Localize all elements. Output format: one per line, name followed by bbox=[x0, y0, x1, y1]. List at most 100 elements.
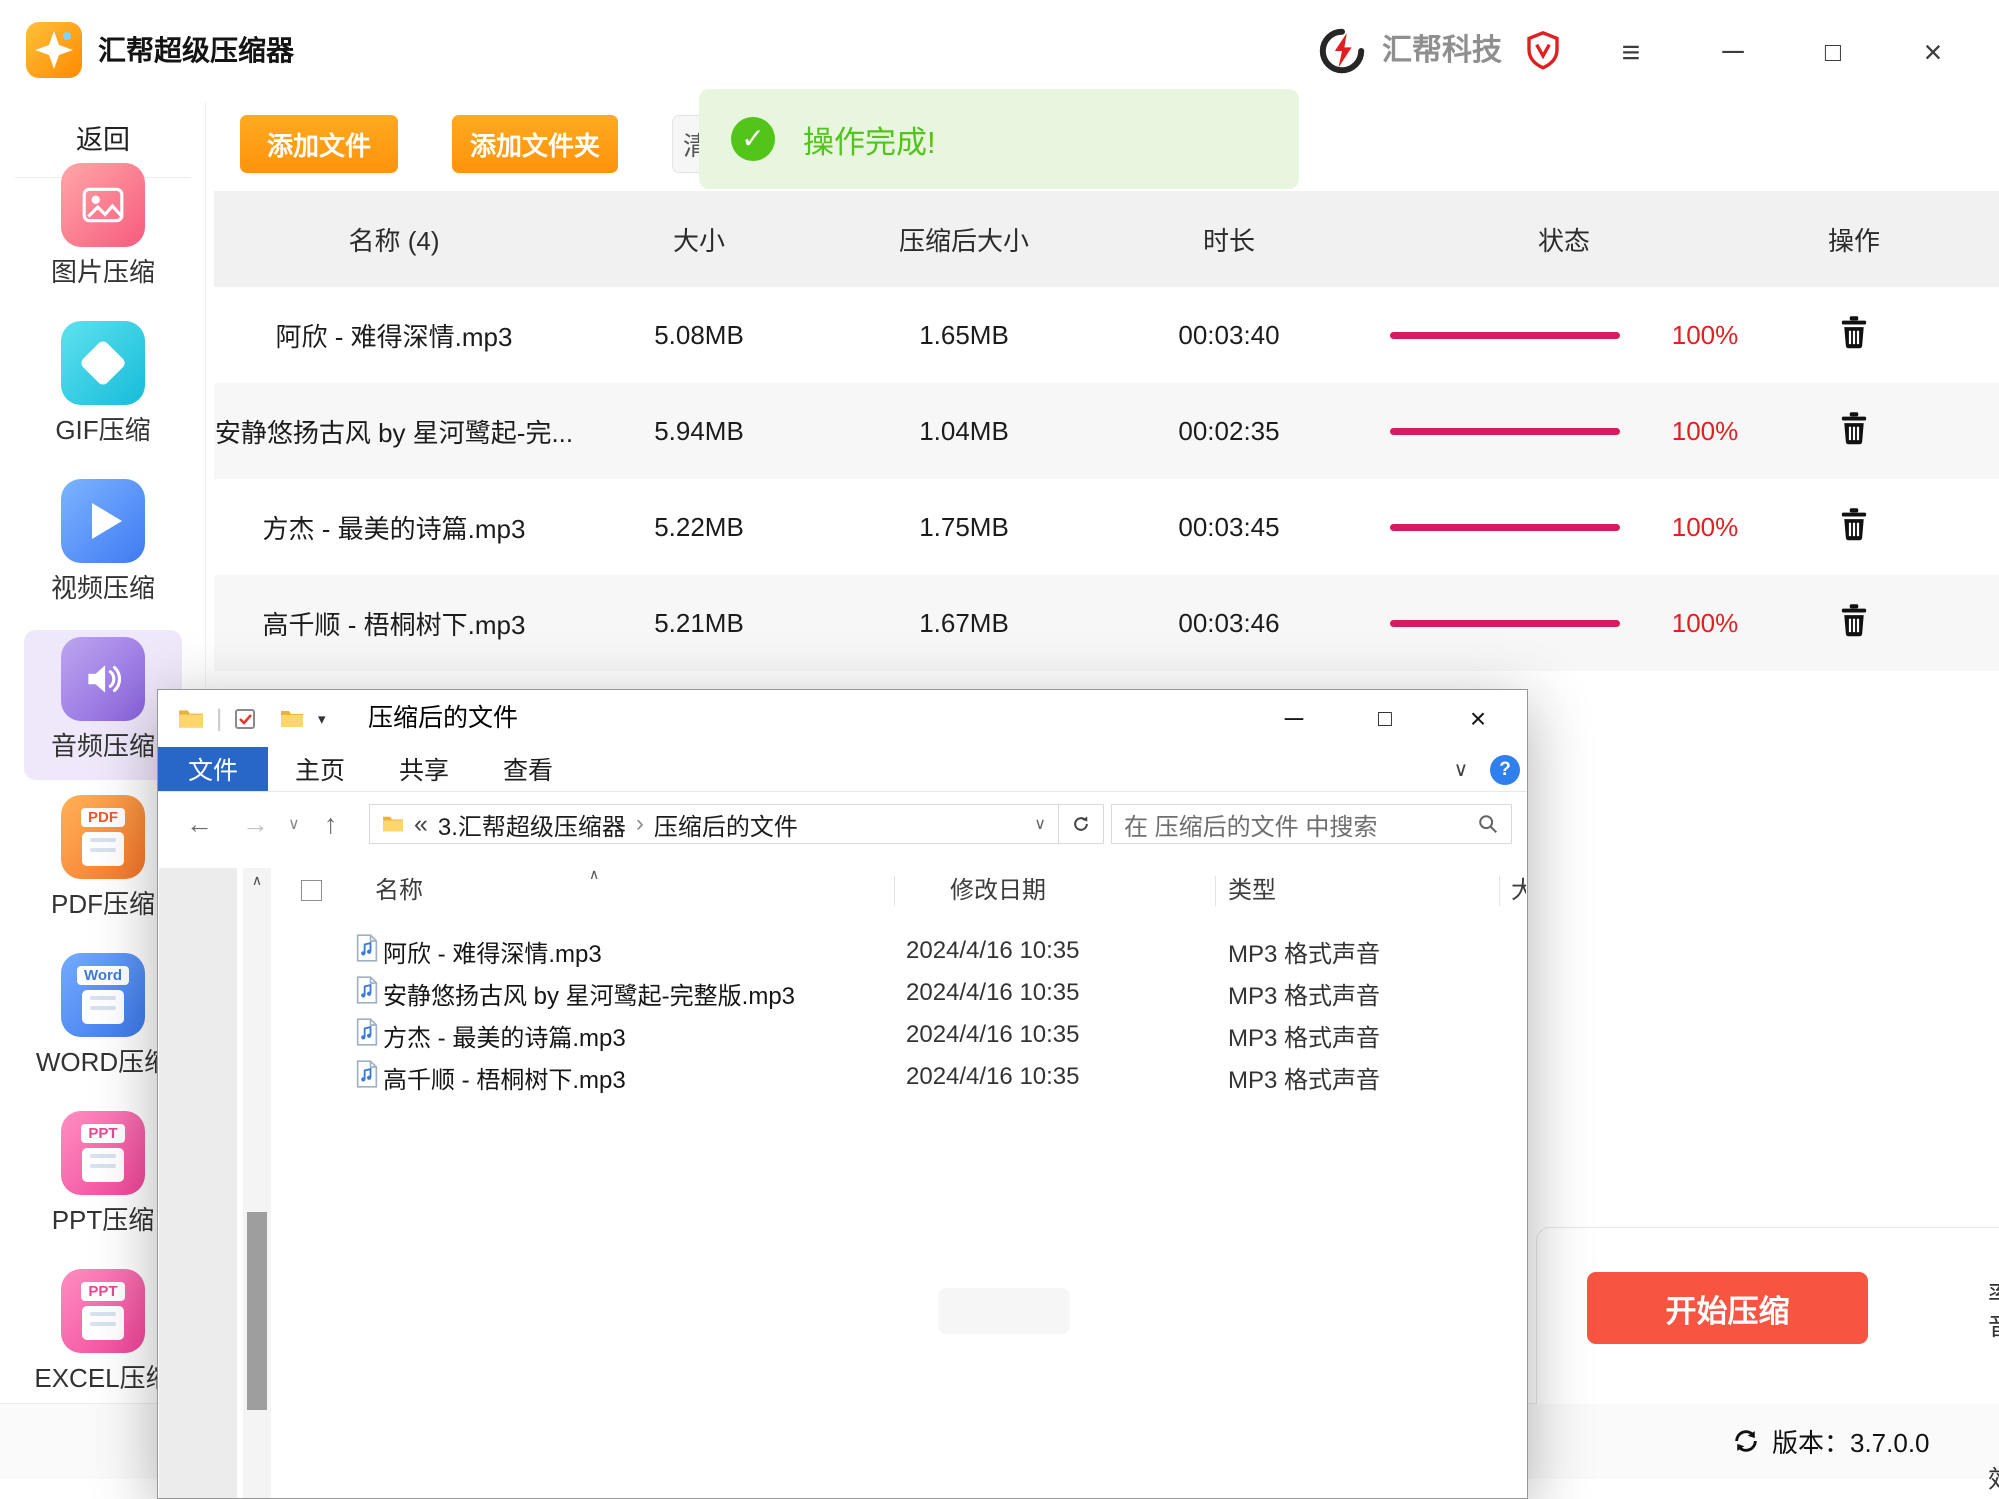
help-icon[interactable]: ? bbox=[1490, 755, 1520, 785]
delete-button[interactable] bbox=[1839, 507, 1869, 541]
column-size[interactable]: 大小 bbox=[1511, 868, 1526, 914]
search-input[interactable]: 在 压缩后的文件 中搜索 bbox=[1111, 804, 1512, 844]
explorer-file-type: MP3 格式声音 bbox=[1228, 976, 1526, 1011]
file-compressed-size: 1.75MB bbox=[824, 512, 1104, 543]
app-title: 汇帮超级压缩器 bbox=[98, 0, 294, 102]
sidebar-item-image[interactable]: 图片压缩 bbox=[24, 156, 182, 306]
qat-newfolder-icon[interactable] bbox=[280, 690, 304, 747]
explorer-file-name: 方杰 - 最美的诗篇.mp3 bbox=[383, 1018, 906, 1053]
explorer-titlebar[interactable]: | ▾ 压缩后的文件 ─ □ × bbox=[158, 690, 1527, 747]
minimize-button[interactable]: ─ bbox=[1707, 26, 1759, 78]
tab-share[interactable]: 共享 bbox=[372, 747, 476, 791]
scrollbar-thumb[interactable] bbox=[247, 1212, 267, 1410]
add-file-button[interactable]: 添加文件 bbox=[240, 115, 398, 173]
toast-message: 操作完成! bbox=[803, 117, 936, 162]
delete-button[interactable] bbox=[1839, 603, 1869, 637]
sidebar-item-label: 视频压缩 bbox=[24, 568, 182, 605]
explorer-file-type: MP3 格式声音 bbox=[1228, 1018, 1526, 1053]
explorer-file-list: 阿欣 - 难得深情.mp3 2024/4/16 10:35 MP3 格式声音 安… bbox=[271, 930, 1526, 1098]
sidebar-item-gif[interactable]: GIF压缩 bbox=[24, 314, 182, 464]
table-row: 安静悠扬古风 by 星河鹭起-完... 5.94MB 1.04MB 00:02:… bbox=[214, 383, 1999, 479]
col-name: 名称 (4) bbox=[214, 221, 574, 258]
explorer-file-row[interactable]: 方杰 - 最美的诗篇.mp3 2024/4/16 10:35 MP3 格式声音 bbox=[271, 1014, 1526, 1056]
explorer-close-button[interactable]: × bbox=[1449, 690, 1507, 747]
column-date[interactable]: 修改日期 bbox=[950, 868, 1046, 914]
history-dropdown-icon[interactable]: ∨ bbox=[288, 792, 300, 856]
select-all-checkbox[interactable] bbox=[301, 880, 322, 901]
vip-shield-icon[interactable] bbox=[1522, 30, 1564, 72]
explorer-window-title: 压缩后的文件 bbox=[368, 690, 518, 747]
explorer-file-name: 高千顺 - 梧桐树下.mp3 bbox=[383, 1060, 906, 1095]
sidebar-item-label: 图片压缩 bbox=[24, 252, 182, 289]
forward-arrow-icon[interactable]: → bbox=[242, 792, 269, 856]
explorer-file-row[interactable]: 安静悠扬古风 by 星河鹭起-完整版.mp3 2024/4/16 10:35 M… bbox=[271, 972, 1526, 1014]
mp3-file-icon bbox=[355, 1060, 383, 1095]
mp3-file-icon bbox=[355, 1018, 383, 1053]
qat-dropdown-icon[interactable]: ▾ bbox=[318, 690, 326, 747]
breadcrumb-separator: › bbox=[636, 810, 644, 838]
gif-compress-icon bbox=[61, 321, 145, 405]
explorer-file-row[interactable]: 高千顺 - 梧桐树下.mp3 2024/4/16 10:35 MP3 格式声音 bbox=[271, 1056, 1526, 1098]
version-text: 版本：3.7.0.0 bbox=[1772, 1423, 1930, 1460]
file-compressed-size: 1.67MB bbox=[824, 608, 1104, 639]
delete-button[interactable] bbox=[1839, 411, 1869, 445]
start-compress-button[interactable]: 开始压缩 bbox=[1587, 1272, 1868, 1344]
search-icon bbox=[1477, 813, 1499, 835]
breadcrumb-collapse[interactable]: « bbox=[414, 810, 428, 839]
breadcrumb-root[interactable]: 3.汇帮超级压缩器 bbox=[438, 807, 626, 842]
file-compressed-size: 1.04MB bbox=[824, 416, 1104, 447]
clipped-text-fragment: 音 bbox=[1988, 1307, 1999, 1343]
excel-badge: PPT bbox=[81, 1282, 124, 1301]
check-circle-icon: ✓ bbox=[731, 117, 775, 161]
explorer-file-date: 2024/4/16 10:35 bbox=[906, 979, 1228, 1007]
address-bar[interactable]: « 3.汇帮超级压缩器 › 压缩后的文件 ∨ bbox=[369, 804, 1059, 844]
progress-bar bbox=[1390, 620, 1620, 627]
explorer-ribbon-tabs: 文件 主页 共享 查看 bbox=[158, 747, 1527, 792]
tab-file[interactable]: 文件 bbox=[158, 747, 268, 791]
explorer-minimize-button[interactable]: ─ bbox=[1265, 690, 1323, 747]
scroll-up-icon[interactable]: ∧ bbox=[243, 872, 271, 889]
word-badge: Word bbox=[77, 966, 129, 985]
explorer-file-row[interactable]: 阿欣 - 难得深情.mp3 2024/4/16 10:35 MP3 格式声音 bbox=[271, 930, 1526, 972]
scrollbar[interactable]: ∧ bbox=[243, 868, 271, 1498]
qat-properties-icon[interactable] bbox=[234, 690, 258, 747]
explorer-window: | ▾ 压缩后的文件 ─ □ × 文件 主页 共享 查看 ∨ ? ← → ∨ ↑… bbox=[157, 689, 1528, 1499]
progress-percent: 100% bbox=[1672, 320, 1739, 351]
close-button[interactable]: × bbox=[1907, 26, 1959, 78]
tab-view[interactable]: 查看 bbox=[476, 747, 580, 791]
maximize-button[interactable]: □ bbox=[1807, 26, 1859, 78]
file-compressed-size: 1.65MB bbox=[824, 320, 1104, 351]
up-arrow-icon[interactable]: ↑ bbox=[324, 792, 338, 856]
menu-icon[interactable]: ≡ bbox=[1605, 26, 1657, 78]
column-type[interactable]: 类型 bbox=[1228, 868, 1276, 914]
tab-home[interactable]: 主页 bbox=[268, 747, 372, 791]
back-arrow-icon[interactable]: ← bbox=[186, 792, 213, 856]
ppt-badge: PPT bbox=[81, 1124, 124, 1143]
brand-bolt-icon bbox=[1318, 27, 1366, 75]
ribbon-collapse-icon[interactable]: ∨ bbox=[1444, 747, 1478, 792]
file-size: 5.22MB bbox=[574, 512, 824, 543]
col-action: 操作 bbox=[1774, 221, 1934, 258]
explorer-maximize-button[interactable]: □ bbox=[1356, 690, 1414, 747]
progress-percent: 100% bbox=[1672, 608, 1739, 639]
clipped-text-fragment: 效 bbox=[1988, 1460, 1999, 1496]
refresh-button[interactable] bbox=[1058, 804, 1104, 844]
explorer-address-row: ← → ∨ ↑ « 3.汇帮超级压缩器 › 压缩后的文件 ∨ 在 压缩后的文件 … bbox=[158, 792, 1527, 856]
delete-button[interactable] bbox=[1839, 315, 1869, 349]
app-logo-icon bbox=[26, 22, 82, 78]
file-size: 5.21MB bbox=[574, 608, 824, 639]
add-folder-button[interactable]: 添加文件夹 bbox=[452, 115, 618, 173]
breadcrumb-current[interactable]: 压缩后的文件 bbox=[654, 807, 798, 842]
folder-icon bbox=[382, 815, 404, 833]
update-refresh-icon[interactable] bbox=[1732, 1427, 1760, 1455]
sidebar-item-label: GIF压缩 bbox=[24, 410, 182, 447]
address-dropdown-icon[interactable]: ∨ bbox=[1034, 814, 1046, 834]
sidebar-item-video[interactable]: 视频压缩 bbox=[24, 472, 182, 622]
success-toast: ✓ 操作完成! bbox=[699, 89, 1299, 189]
audio-compress-icon bbox=[61, 637, 145, 721]
folder-window-icon bbox=[178, 690, 204, 747]
image-compress-icon bbox=[61, 163, 145, 247]
column-name[interactable]: 名称 bbox=[375, 868, 423, 914]
video-compress-icon bbox=[61, 479, 145, 563]
qat-divider: | bbox=[216, 690, 222, 747]
